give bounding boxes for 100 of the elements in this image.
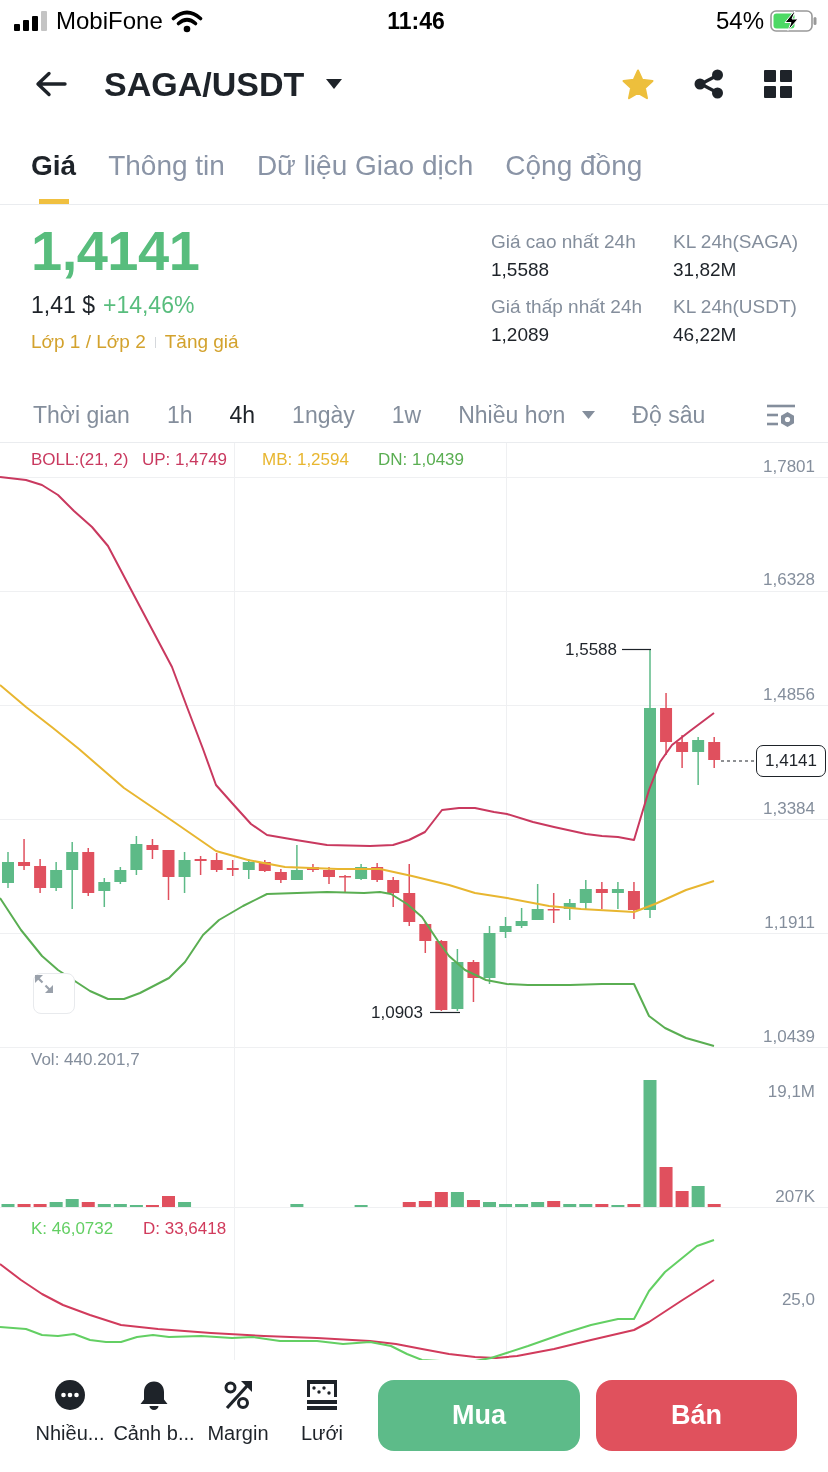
volume-bar [49, 1202, 63, 1207]
fiat-price: 1,41 $ [31, 291, 95, 320]
interval-tab[interactable]: 1ngày [292, 400, 355, 430]
volume-bar [515, 1204, 529, 1207]
volume-axis-label: 207K [775, 1187, 815, 1207]
chart-settings-icon[interactable] [767, 402, 795, 428]
volume-label: Vol: 440.201,7 [31, 1050, 140, 1070]
indicator-legend: MB: 1,2594 [262, 450, 349, 470]
volume-bar [466, 1200, 480, 1207]
price-axis-label: 1,6328 [763, 570, 815, 590]
stat-label: KL 24h(USDT) [673, 295, 798, 319]
sell-button[interactable]: Bán [596, 1380, 797, 1451]
indicator-legend: DN: 1,0439 [378, 450, 464, 470]
stat-label: KL 24h(SAGA) [673, 230, 799, 254]
candle [98, 877, 111, 908]
candle [547, 892, 560, 924]
volume-bar [659, 1167, 673, 1207]
tab[interactable]: Dữ liệu Giao dịch [256, 126, 474, 204]
volume-bar [81, 1202, 95, 1207]
candle [226, 859, 239, 877]
candle [178, 851, 191, 894]
volume-bar [627, 1204, 641, 1207]
volume-bar [531, 1202, 545, 1207]
candle [563, 898, 576, 921]
volume-bar [162, 1196, 175, 1207]
candle [306, 863, 319, 873]
volume-bar [579, 1204, 593, 1207]
percent-arrow-icon [223, 1380, 253, 1410]
tab[interactable]: Giá [31, 126, 77, 204]
volume-bar [178, 1202, 192, 1207]
candle [242, 858, 255, 880]
last-price: 1,4141 [31, 221, 201, 281]
candle [579, 879, 592, 910]
stat-value: 31,82M [673, 258, 738, 282]
candle [515, 907, 528, 929]
candle [467, 959, 480, 1003]
carrier-name: MobiFone [56, 7, 163, 35]
volume-bar [675, 1191, 689, 1207]
back-arrow-icon[interactable] [35, 71, 67, 97]
high-price-label: 1,5588 [565, 640, 617, 660]
volume-bar [65, 1199, 79, 1207]
grid-icon[interactable] [764, 70, 792, 98]
candle [451, 948, 464, 1012]
more-button[interactable]: Nhiều... [28, 1380, 112, 1445]
volume-bar [1, 1204, 15, 1207]
category-tag-link[interactable]: Lớp 1 / Lớp 2 [31, 329, 146, 355]
candle [50, 861, 63, 892]
stat-value: 1,2089 [491, 323, 551, 347]
category-tag-link[interactable]: Tăng giá [164, 329, 239, 355]
expand-button[interactable] [33, 973, 75, 1014]
kdj-legend: K: 46,0732 [31, 1219, 114, 1239]
wifi-icon [170, 9, 203, 33]
candle [258, 859, 271, 873]
star-icon[interactable] [622, 68, 654, 100]
candle [274, 868, 287, 884]
price-axis-label: 1,7801 [763, 457, 815, 477]
ellipsis-icon [55, 1380, 85, 1410]
candle [499, 916, 512, 939]
volume-axis-label: 19,1M [767, 1082, 815, 1102]
stat-value: 1,5588 [491, 258, 551, 282]
candle [387, 876, 400, 908]
pair-selector-button[interactable]: SAGA/USDT [104, 64, 343, 104]
bell-icon [139, 1380, 169, 1410]
candle [66, 841, 79, 910]
grid-trading-button[interactable]: Lưới [280, 1380, 364, 1445]
candle [194, 855, 207, 876]
buy-button[interactable]: Mua [378, 1380, 580, 1451]
volume-bar [691, 1186, 705, 1207]
volume-bar [290, 1204, 304, 1207]
candle [483, 925, 496, 985]
candle [419, 921, 432, 954]
signal-icon [14, 11, 48, 31]
current-price-tag: 1,4141 [756, 745, 826, 777]
candle [595, 881, 608, 910]
indicator-legend: UP: 1,4749 [142, 450, 228, 470]
tab[interactable]: Thông tin [108, 126, 225, 204]
candle [2, 851, 14, 889]
interval-tab[interactable]: Độ sâu [632, 400, 706, 430]
alert-button[interactable]: Cảnh b... [112, 1380, 196, 1445]
share-icon[interactable] [694, 69, 724, 99]
kdj-axis-label: 25,0 [781, 1290, 815, 1310]
battery-percent: 54% [715, 7, 764, 35]
tab[interactable]: Cộng đồng [505, 126, 643, 204]
candle [323, 866, 335, 885]
candle [611, 881, 624, 910]
price-change: +14,46% [102, 291, 195, 320]
volume-bar [595, 1204, 609, 1207]
margin-button[interactable]: Margin [196, 1380, 280, 1445]
candle [18, 838, 31, 871]
battery-icon [770, 10, 818, 32]
candle [692, 736, 705, 786]
interval-tab[interactable]: 1h [166, 400, 193, 430]
interval-tab[interactable]: Thời gian [33, 400, 130, 430]
grid-trading-icon [307, 1380, 337, 1410]
stat-label: Giá thấp nhất 24h [491, 295, 644, 319]
candle [371, 862, 384, 883]
interval-tab[interactable]: 4h [229, 400, 256, 430]
volume-bar [418, 1201, 432, 1207]
more-intervals-dropdown[interactable]: Nhiều hơn [458, 400, 596, 430]
interval-tab[interactable]: 1w [391, 400, 422, 430]
